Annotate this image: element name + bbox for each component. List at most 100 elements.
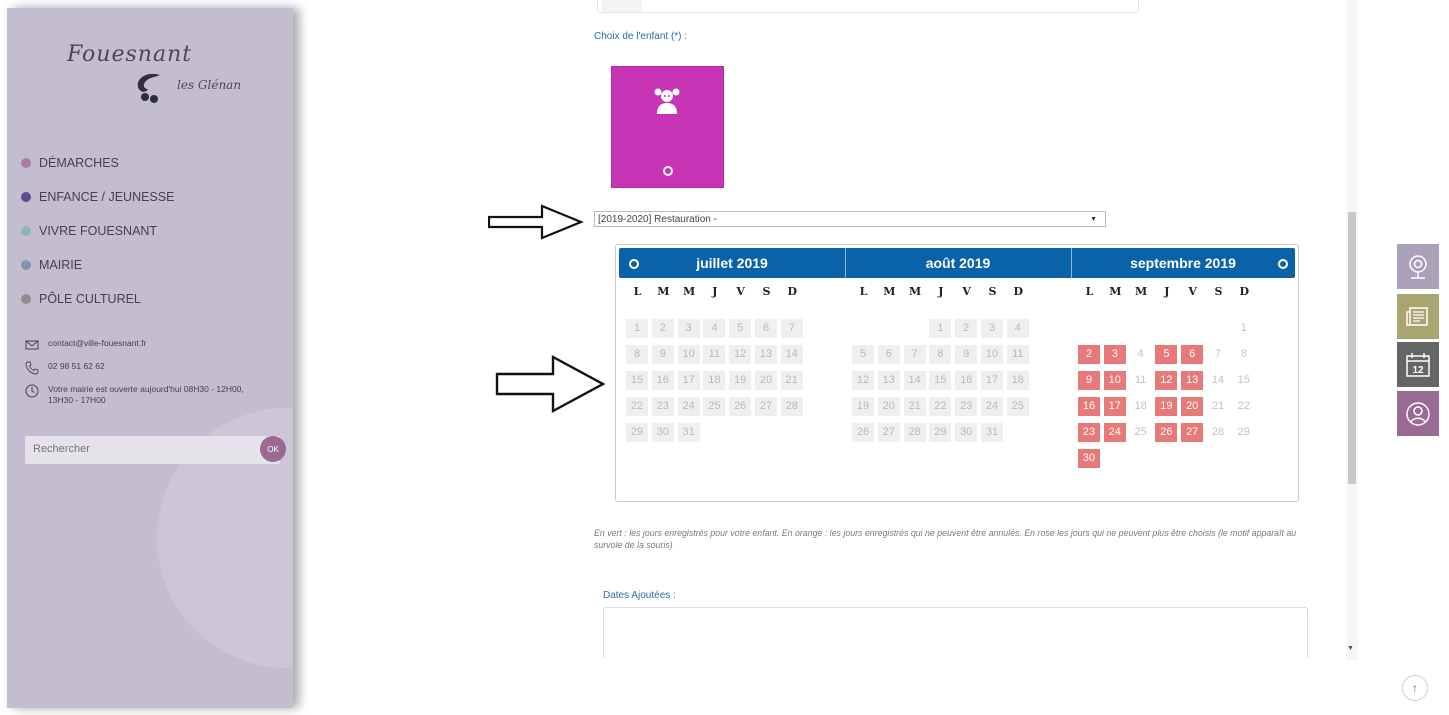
calendar-day[interactable]: 4 xyxy=(1130,345,1152,364)
calendar-day[interactable]: 6 xyxy=(755,319,777,338)
calendar-day-unavailable[interactable]: 16 xyxy=(1078,397,1100,416)
scroll-to-top-button[interactable]: ↑ xyxy=(1402,675,1428,701)
calendar-day[interactable]: 11 xyxy=(1006,345,1029,364)
calendar-day[interactable]: 24 xyxy=(981,397,1003,416)
calendar-day-unavailable[interactable]: 23 xyxy=(1078,423,1100,442)
calendar-day[interactable]: 15 xyxy=(929,371,952,390)
calendar-day[interactable]: 22 xyxy=(929,397,952,416)
calendar-day[interactable]: 3 xyxy=(981,319,1003,338)
nav-item-demarches[interactable]: DÉMARCHES xyxy=(21,146,174,180)
next-month-icon[interactable] xyxy=(1278,259,1288,269)
calendar-day[interactable]: 23 xyxy=(955,397,978,416)
calendar-day[interactable]: 7 xyxy=(1207,345,1229,364)
calendar-day[interactable]: 16 xyxy=(651,371,674,390)
calendar-day[interactable]: 1 xyxy=(1233,319,1255,338)
calendar-day[interactable]: 23 xyxy=(651,397,674,416)
calendar-day[interactable]: 21 xyxy=(1207,397,1229,416)
calendar-day[interactable]: 11 xyxy=(1130,371,1152,390)
calendar-day-unavailable[interactable]: 27 xyxy=(1181,423,1204,442)
scrollbar-thumb[interactable] xyxy=(1348,212,1356,484)
calendar-day[interactable]: 12 xyxy=(729,345,752,364)
calendar-day[interactable]: 26 xyxy=(729,397,752,416)
calendar-day[interactable]: 19 xyxy=(852,397,874,416)
calendar-day-unavailable[interactable]: 20 xyxy=(1181,397,1204,416)
search-input[interactable] xyxy=(25,436,241,462)
calendar-day[interactable]: 6 xyxy=(877,345,900,364)
calendar-day[interactable]: 9 xyxy=(955,345,978,364)
calendar-day[interactable]: 15 xyxy=(626,371,648,390)
calendar-day-unavailable[interactable]: 19 xyxy=(1155,397,1178,416)
calendar-day[interactable]: 5 xyxy=(852,345,874,364)
news-button[interactable] xyxy=(1397,294,1439,339)
calendar-day[interactable]: 28 xyxy=(1207,423,1229,442)
calendar-day[interactable]: 25 xyxy=(1130,423,1152,442)
calendar-day[interactable]: 30 xyxy=(955,423,978,442)
calendar-day[interactable]: 19 xyxy=(729,371,752,390)
calendar-day-unavailable[interactable]: 6 xyxy=(1181,345,1204,364)
child-card[interactable] xyxy=(611,66,724,188)
calendar-day-unavailable[interactable]: 5 xyxy=(1155,345,1178,364)
calendar-day[interactable]: 27 xyxy=(755,397,777,416)
calendar-day[interactable]: 14 xyxy=(903,371,926,390)
calendar-day[interactable]: 24 xyxy=(677,397,700,416)
calendar-day[interactable]: 7 xyxy=(903,345,926,364)
calendar-day[interactable]: 8 xyxy=(1233,345,1255,364)
calendar-day[interactable]: 8 xyxy=(626,345,648,364)
calendar-day[interactable]: 2 xyxy=(651,319,674,338)
calendar-day[interactable]: 13 xyxy=(877,371,900,390)
calendar-day[interactable]: 13 xyxy=(755,345,777,364)
calendar-day-unavailable[interactable]: 17 xyxy=(1103,397,1126,416)
calendar-day[interactable]: 3 xyxy=(677,319,700,338)
calendar-day-unavailable[interactable]: 24 xyxy=(1103,423,1126,442)
webcam-button[interactable] xyxy=(1397,244,1439,289)
calendar-day[interactable]: 2 xyxy=(955,319,978,338)
calendar-day[interactable]: 29 xyxy=(929,423,952,442)
nav-item-vivre-fouesnant[interactable]: VIVRE FOUESNANT xyxy=(21,214,174,248)
calendar-day[interactable]: 1 xyxy=(626,319,648,338)
scroll-down-icon[interactable]: ▼ xyxy=(1347,645,1354,652)
calendar-day[interactable]: 22 xyxy=(626,397,648,416)
calendar-day[interactable]: 14 xyxy=(1207,371,1229,390)
agenda-button[interactable]: 12 xyxy=(1397,342,1439,387)
calendar-day-unavailable[interactable]: 12 xyxy=(1155,371,1178,390)
calendar-day[interactable]: 10 xyxy=(981,345,1003,364)
calendar-day[interactable]: 15 xyxy=(1233,371,1255,390)
calendar-day-unavailable[interactable]: 13 xyxy=(1181,371,1204,390)
calendar-day[interactable]: 12 xyxy=(852,371,874,390)
calendar-day-unavailable[interactable]: 26 xyxy=(1155,423,1178,442)
calendar-day[interactable]: 25 xyxy=(1006,397,1029,416)
calendar-day[interactable]: 27 xyxy=(877,423,900,442)
calendar-day[interactable]: 17 xyxy=(677,371,700,390)
calendar-day[interactable]: 17 xyxy=(981,371,1003,390)
calendar-day-unavailable[interactable]: 3 xyxy=(1103,345,1126,364)
calendar-day[interactable]: 30 xyxy=(651,423,674,442)
child-radio[interactable] xyxy=(663,166,673,176)
dates-added-box[interactable] xyxy=(603,607,1308,658)
calendar-day[interactable]: 26 xyxy=(852,423,874,442)
search-ok-button[interactable]: OK xyxy=(260,436,286,462)
calendar-day[interactable]: 28 xyxy=(780,397,803,416)
calendar-day[interactable]: 28 xyxy=(903,423,926,442)
contact-email[interactable]: contact@ville-fouesnant.fr xyxy=(48,338,146,348)
calendar-day-unavailable[interactable]: 10 xyxy=(1103,371,1126,390)
nav-item-mairie[interactable]: MAIRIE xyxy=(21,248,174,282)
activity-select[interactable]: [2019-2020] Restauration - ▼ xyxy=(594,211,1106,227)
calendar-day[interactable]: 29 xyxy=(1233,423,1255,442)
calendar-day[interactable]: 29 xyxy=(626,423,648,442)
calendar-day[interactable]: 18 xyxy=(703,371,726,390)
calendar-day[interactable]: 31 xyxy=(677,423,700,442)
calendar-day[interactable]: 31 xyxy=(981,423,1003,442)
calendar-day[interactable]: 11 xyxy=(703,345,726,364)
calendar-day-unavailable[interactable]: 9 xyxy=(1078,371,1100,390)
calendar-day[interactable]: 7 xyxy=(780,319,803,338)
nav-item-enfance-jeunesse[interactable]: ENFANCE / JEUNESSE xyxy=(21,180,174,214)
contact-email-row[interactable]: contact@ville-fouesnant.fr xyxy=(25,338,248,352)
calendar-day-unavailable[interactable]: 2 xyxy=(1078,345,1100,364)
calendar-day[interactable]: 18 xyxy=(1006,371,1029,390)
calendar-day[interactable]: 14 xyxy=(780,345,803,364)
calendar-day[interactable]: 10 xyxy=(677,345,700,364)
calendar-day[interactable]: 16 xyxy=(955,371,978,390)
calendar-day[interactable]: 20 xyxy=(755,371,777,390)
account-button[interactable] xyxy=(1397,391,1439,436)
calendar-day[interactable]: 22 xyxy=(1233,397,1255,416)
